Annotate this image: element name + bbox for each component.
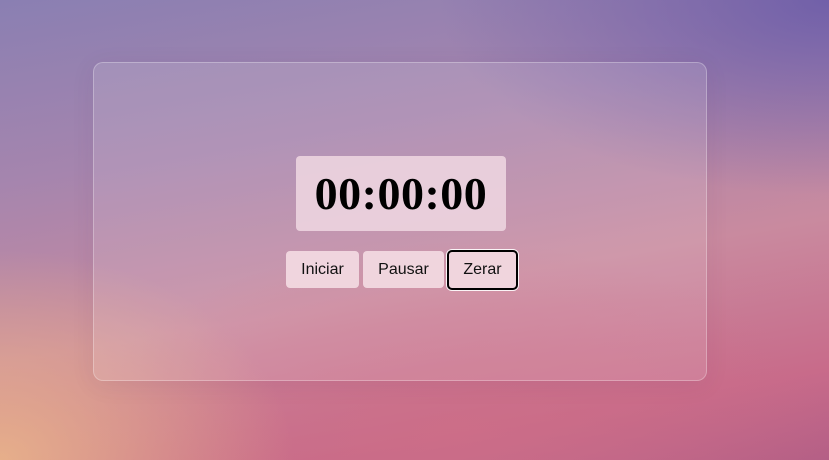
stopwatch-card: 00:00:00 Iniciar Pausar Zerar	[93, 62, 707, 381]
time-value: 00:00:00	[314, 167, 488, 219]
start-button[interactable]: Iniciar	[286, 251, 359, 288]
time-display: 00:00:00	[296, 156, 506, 231]
pause-button[interactable]: Pausar	[363, 251, 444, 288]
reset-button[interactable]: Zerar	[447, 250, 518, 290]
